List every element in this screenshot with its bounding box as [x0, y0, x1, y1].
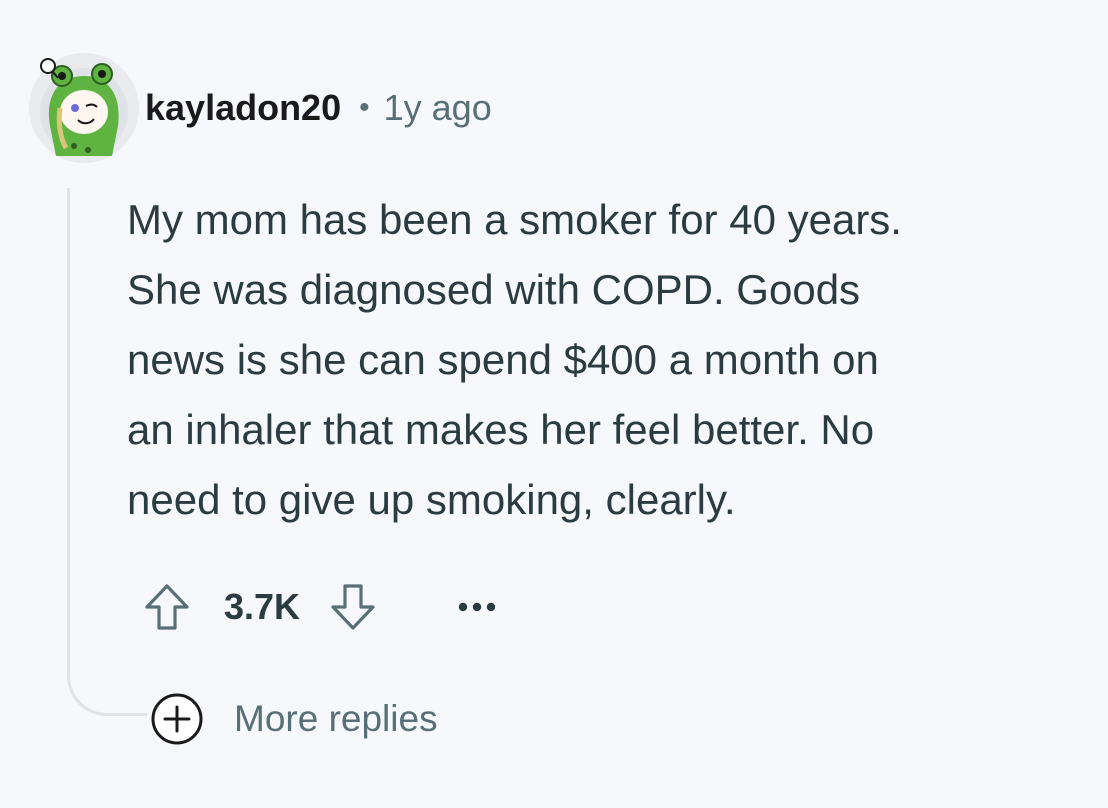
- plus-circle-icon: [151, 693, 203, 745]
- comment-body-line: My mom has been a smoker for 40 years.: [127, 196, 902, 243]
- comment-body-line: need to give up smoking, clearly.: [127, 476, 736, 523]
- avatar[interactable]: [28, 52, 140, 164]
- meta-separator: •: [359, 91, 370, 124]
- vote-score: 3.7K: [224, 586, 301, 627]
- comment: kayladon20 • 1y ago My mom has been a sm…: [0, 0, 1108, 808]
- comment-actions: 3.7K: [140, 578, 502, 636]
- arrow-down-outline-icon: [331, 584, 375, 630]
- downvote-button[interactable]: [326, 580, 380, 634]
- more-replies-button[interactable]: More replies: [150, 692, 438, 746]
- author-username[interactable]: kayladon20: [145, 87, 341, 129]
- comment-body-line: an inhaler that makes her feel better. N…: [127, 406, 875, 453]
- comment-body-line: She was diagnosed with COPD. Goods: [127, 266, 861, 313]
- comment-timestamp[interactable]: 1y ago: [384, 87, 492, 129]
- comment-meta: kayladon20 • 1y ago: [145, 86, 492, 130]
- ellipsis-icon: [458, 602, 496, 612]
- comment-body: My mom has been a smoker for 40 years. S…: [127, 185, 1087, 535]
- frog-hood-avatar-icon: [29, 53, 139, 163]
- more-replies-label: More replies: [234, 698, 438, 739]
- overflow-menu-button[interactable]: [452, 582, 502, 632]
- upvote-button[interactable]: [140, 580, 194, 634]
- arrow-up-outline-icon: [145, 584, 189, 630]
- comment-body-line: news is she can spend $400 a month on: [127, 336, 879, 383]
